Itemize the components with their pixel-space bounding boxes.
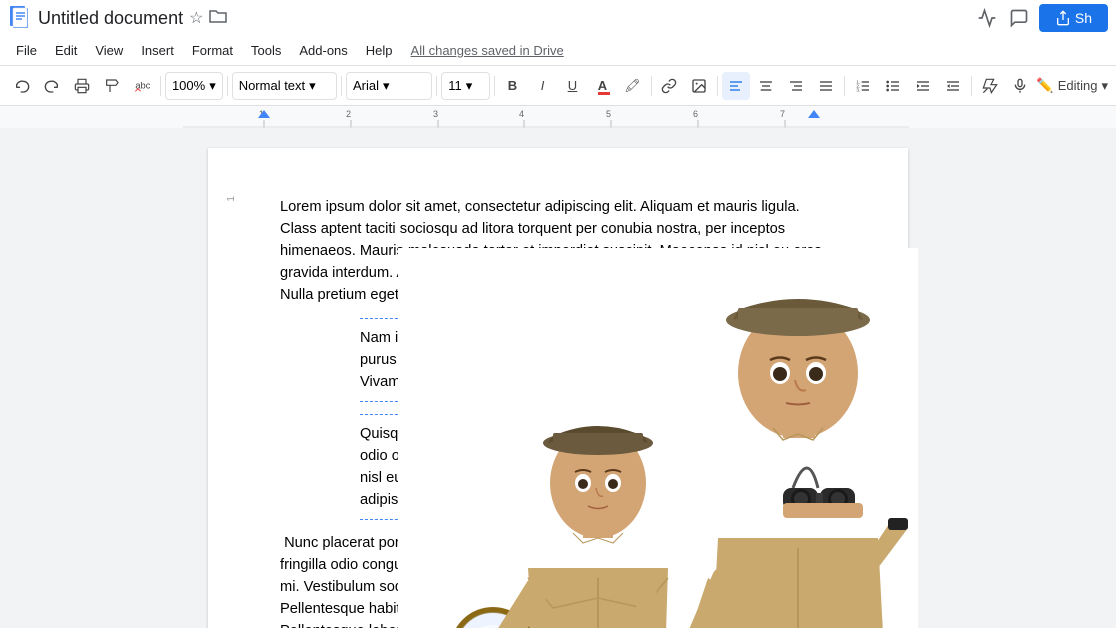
- paragraph-4: Nunc placerat porta nibh, at bibendum te…: [280, 532, 836, 628]
- menu-help[interactable]: Help: [358, 39, 401, 62]
- align-right-button[interactable]: [782, 72, 810, 100]
- insert-link-button[interactable]: [655, 72, 683, 100]
- style-dropdown-icon: ▾: [309, 78, 316, 94]
- bold-button[interactable]: B: [499, 72, 527, 100]
- comments-icon[interactable]: [1007, 6, 1031, 30]
- underline-button[interactable]: U: [559, 72, 587, 100]
- indent-para-2-line2: odio odio, vel ornare quam condime: [360, 445, 836, 467]
- indent-para-1-line1: Nam in blandit orci, eget suscipit sapie…: [360, 327, 836, 349]
- svg-text:4: 4: [519, 109, 524, 119]
- separator-9: [971, 76, 972, 96]
- redo-button[interactable]: [38, 72, 66, 100]
- spellcheck-button[interactable]: abc: [128, 72, 156, 100]
- separator-6: [651, 76, 652, 96]
- toolbar: abc 100% ▾ Normal text ▾ Arial ▾ 11 ▾ B …: [0, 66, 1116, 106]
- font-select[interactable]: Arial ▾: [346, 72, 432, 100]
- unordered-list-button[interactable]: [879, 72, 907, 100]
- autosave-status: All changes saved in Drive: [411, 43, 564, 58]
- paragraph-1: Lorem ipsum dolor sit amet, consectetur …: [280, 196, 836, 306]
- align-justify-button[interactable]: [812, 72, 840, 100]
- svg-text:5: 5: [606, 109, 611, 119]
- indent-para-1-line3: Vivamus at sem risus.: [360, 371, 836, 393]
- align-center-button[interactable]: [752, 72, 780, 100]
- font-size-value: 11: [448, 78, 462, 93]
- style-select[interactable]: Normal text ▾: [232, 72, 337, 100]
- indent-para-1-line2: purus. Donec quis elit convallis, bi: [360, 349, 836, 371]
- zoom-select[interactable]: 100% ▾: [165, 72, 223, 100]
- star-icon[interactable]: ☆: [189, 8, 203, 28]
- editing-label: Editing: [1058, 78, 1098, 93]
- menu-tools[interactable]: Tools: [243, 39, 289, 62]
- indent-para-2-line4: adipiscing elit.: [360, 489, 836, 511]
- print-button[interactable]: [68, 72, 96, 100]
- ordered-list-button[interactable]: 1.2.3.: [849, 72, 877, 100]
- separator-4: [436, 76, 437, 96]
- editing-dropdown-icon: ▾: [1102, 78, 1109, 94]
- document-title[interactable]: Untitled document: [38, 8, 183, 29]
- font-dropdown-icon: ▾: [383, 78, 390, 94]
- style-value: Normal text: [239, 78, 305, 93]
- menu-addons[interactable]: Add-ons: [291, 39, 355, 62]
- separator-2: [227, 76, 228, 96]
- separator-8: [844, 76, 845, 96]
- indent-para-2-line3: nisl eu, mattis vulputate ligula. Lorer: [360, 467, 836, 489]
- align-left-button[interactable]: [722, 72, 750, 100]
- folder-icon[interactable]: [209, 9, 227, 28]
- activity-icon[interactable]: [975, 6, 999, 30]
- voice-input-button[interactable]: [1006, 72, 1034, 100]
- undo-button[interactable]: [8, 72, 36, 100]
- share-label: Sh: [1075, 10, 1092, 26]
- menu-edit[interactable]: Edit: [47, 39, 85, 62]
- insert-image-button[interactable]: [685, 72, 713, 100]
- indented-block-1: Nam in blandit orci, eget suscipit sapie…: [360, 318, 836, 402]
- font-size-dropdown-icon: ▾: [466, 78, 473, 94]
- menu-insert[interactable]: Insert: [133, 39, 182, 62]
- menu-bar: File Edit View Insert Format Tools Add-o…: [0, 36, 1116, 66]
- ruler: 1 2 3 4 5 6 7: [0, 106, 1116, 128]
- font-size-select[interactable]: 11 ▾: [441, 72, 489, 100]
- decrease-indent-button[interactable]: [909, 72, 937, 100]
- svg-text:3: 3: [433, 109, 438, 119]
- increase-indent-button[interactable]: [939, 72, 967, 100]
- zoom-value: 100%: [172, 78, 205, 93]
- menu-file[interactable]: File: [8, 39, 45, 62]
- svg-text:6: 6: [693, 109, 698, 119]
- menu-view[interactable]: View: [87, 39, 131, 62]
- font-value: Arial: [353, 78, 379, 93]
- menu-format[interactable]: Format: [184, 39, 241, 62]
- indent-para-2-line1: Quisque ut lorem ultrices, volutpat: [360, 423, 836, 445]
- highlight-button[interactable]: 🖍: [619, 72, 647, 100]
- italic-button[interactable]: I: [529, 72, 557, 100]
- editing-indicator[interactable]: ✏️ Editing ▾: [1036, 77, 1108, 94]
- title-bar: Untitled document ☆ Sh: [0, 0, 1116, 36]
- separator-7: [717, 76, 718, 96]
- separator-5: [494, 76, 495, 96]
- format-paint-button[interactable]: [98, 72, 126, 100]
- text-color-button[interactable]: A: [589, 72, 617, 100]
- page-area[interactable]: 1 Lorem ipsum dolor sit amet, consectetu…: [0, 128, 1116, 628]
- clear-formatting-button[interactable]: [976, 72, 1004, 100]
- separator-1: [160, 76, 161, 96]
- share-button[interactable]: Sh: [1039, 4, 1108, 32]
- top-right-actions: Sh: [975, 4, 1108, 32]
- zoom-dropdown-icon: ▾: [209, 78, 216, 94]
- pencil-icon: ✏️: [1036, 77, 1053, 94]
- svg-text:3.: 3.: [857, 87, 861, 92]
- doc-icon: [8, 6, 32, 30]
- separator-3: [341, 76, 342, 96]
- svg-text:2: 2: [346, 109, 351, 119]
- indented-block-2: Quisque ut lorem ultrices, volutpat odio…: [360, 414, 836, 520]
- document-page: 1 Lorem ipsum dolor sit amet, consectetu…: [208, 148, 908, 628]
- svg-text:7: 7: [780, 109, 785, 119]
